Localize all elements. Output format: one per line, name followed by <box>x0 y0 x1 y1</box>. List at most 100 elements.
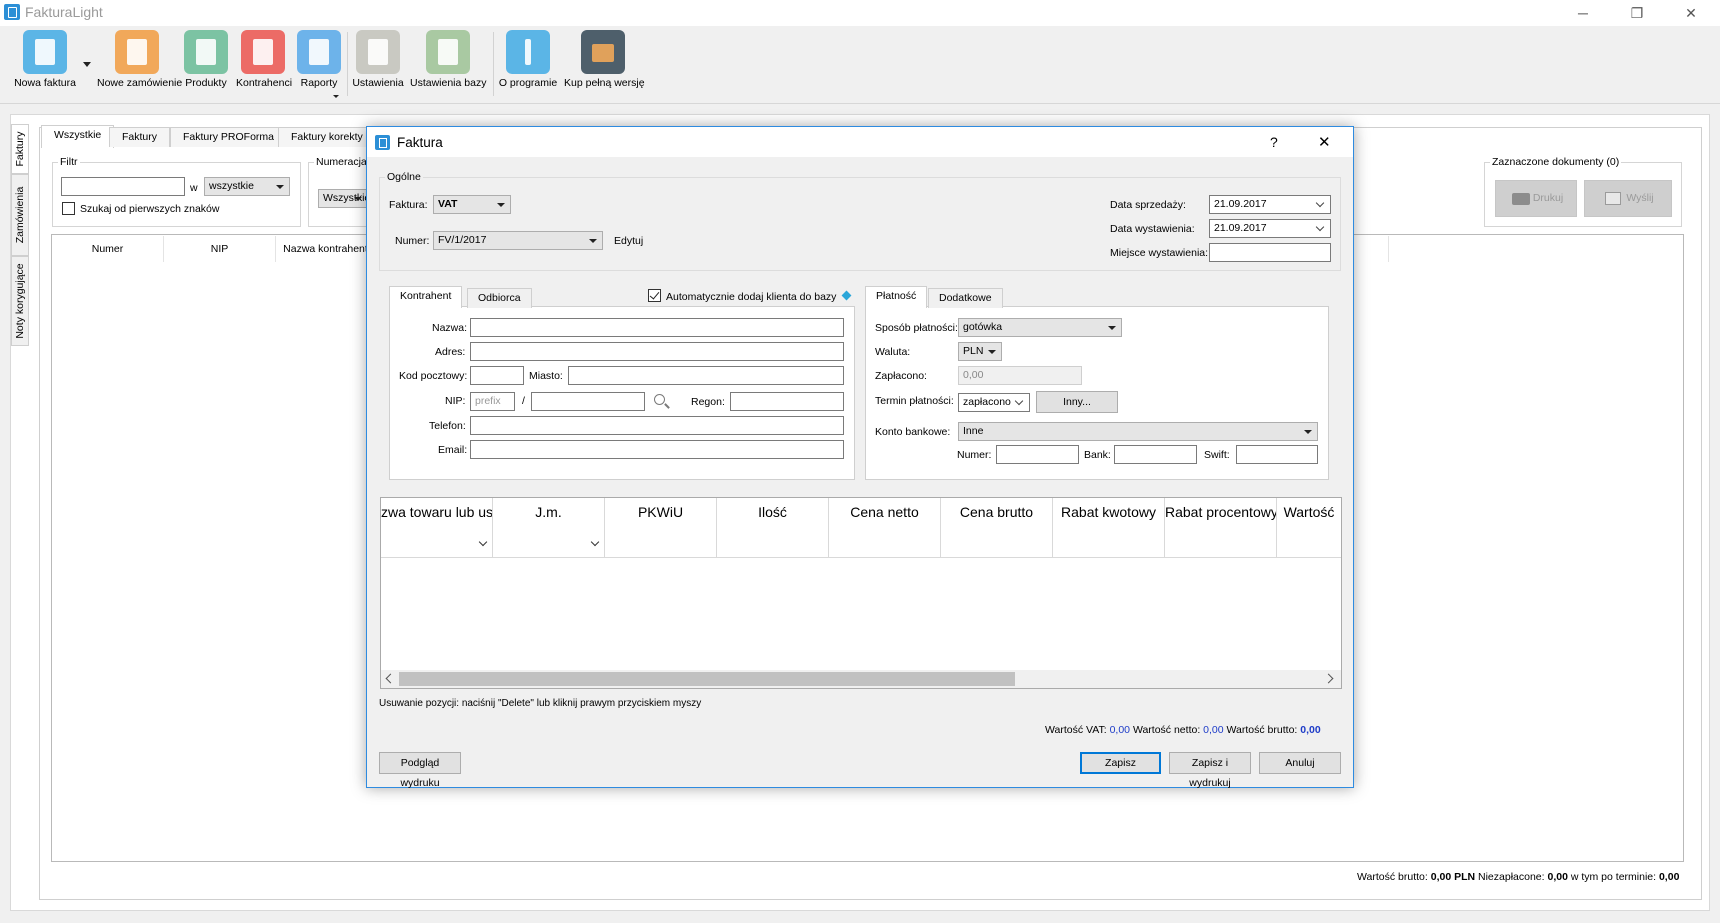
edit-number-link[interactable]: Edytuj <box>614 235 643 247</box>
tab-payment[interactable]: Płatność <box>865 286 928 308</box>
bank-input[interactable] <box>1114 445 1197 464</box>
currency-select[interactable]: PLN <box>958 342 1002 361</box>
auto-add-client-label: Automatycznie dodaj klienta do bazy <box>666 291 837 303</box>
postal-code-input[interactable] <box>470 366 524 385</box>
scroll-right-arrow-icon[interactable] <box>1323 673 1334 684</box>
sale-date-picker[interactable]: 21.09.2017 <box>1209 195 1331 214</box>
new-order-button[interactable]: Nowe zamówienie <box>97 30 182 89</box>
delete-hint: Usuwanie pozycji: naciśnij "Delete" lub … <box>379 698 702 709</box>
prefix-search-checkbox[interactable] <box>62 202 75 215</box>
reports-icon <box>297 30 341 74</box>
tab-contractor[interactable]: Kontrahent <box>389 286 463 308</box>
regon-label: Regon: <box>691 396 725 408</box>
grid-header-pkwiu[interactable]: PKWiU <box>605 498 717 558</box>
settings-icon <box>356 30 400 74</box>
print-preview-button[interactable]: Podgląd wydruku <box>379 752 461 789</box>
grid-header-quantity[interactable]: Ilość <box>717 498 829 558</box>
minimize-button[interactable]: ─ <box>1560 0 1606 26</box>
grid-header-percent-discount[interactable]: Rabat procentowy <box>1165 498 1277 558</box>
account-number-input[interactable] <box>996 445 1079 464</box>
column-header-nip[interactable]: NIP <box>164 236 276 262</box>
reports-button[interactable]: Raporty <box>296 30 342 89</box>
account-number-label: Numer: <box>957 449 992 461</box>
swift-input[interactable] <box>1236 445 1318 464</box>
cancel-button[interactable]: Anuluj <box>1259 752 1341 774</box>
maximize-button[interactable]: ❐ <box>1614 0 1660 26</box>
dialog-totals: Wartość VAT: 0,00 Wartość netto: 0,00 Wa… <box>1045 724 1321 736</box>
contacts-icon <box>241 30 285 74</box>
tab-corrections[interactable]: Faktury korekty <box>278 127 376 147</box>
place-input[interactable] <box>1209 243 1331 262</box>
save-and-print-button[interactable]: Zapisz i wydrukuj <box>1169 752 1251 789</box>
send-button[interactable]: Wyślij <box>1584 180 1672 217</box>
grid-header-amount-discount[interactable]: Rabat kwotowy <box>1053 498 1165 558</box>
city-input[interactable] <box>568 366 844 385</box>
bank-account-select[interactable]: Inne <box>958 422 1318 441</box>
contacts-button[interactable]: Kontrahenci <box>236 30 292 89</box>
new-invoice-icon <box>23 30 67 74</box>
chevron-down-icon[interactable] <box>590 537 600 547</box>
payment-method-select[interactable]: gotówka <box>958 318 1122 337</box>
scroll-left-arrow-icon[interactable] <box>385 673 396 684</box>
buy-full-version-button[interactable]: Kup pełną wersję <box>564 30 645 89</box>
database-settings-button[interactable]: Ustawienia bazy <box>410 30 486 89</box>
info-icon <box>506 30 550 74</box>
grid-header-value[interactable]: Wartość <box>1277 498 1341 558</box>
filter-input[interactable] <box>61 177 185 196</box>
tab-all[interactable]: Wszystkie <box>41 125 115 148</box>
save-button[interactable]: Zapisz <box>1080 752 1161 774</box>
grid-header-item-name[interactable]: zwa towaru lub us <box>381 498 493 558</box>
side-tab-invoices[interactable]: Faktury <box>11 124 29 174</box>
paid-input[interactable]: 0,00 <box>958 366 1082 385</box>
nip-input[interactable] <box>531 392 645 411</box>
auto-add-client-checkbox[interactable] <box>648 289 661 302</box>
tab-invoices[interactable]: Faktury <box>109 127 171 147</box>
numbering-select[interactable]: Wszystkie <box>318 189 368 208</box>
print-button[interactable]: Drukuj <box>1495 180 1577 217</box>
dialog-close-button[interactable]: ✕ <box>1318 133 1331 151</box>
items-grid[interactable]: zwa towaru lub us J.m. PKWiU Ilość Cena … <box>380 497 1342 689</box>
paid-label: Zapłacono: <box>875 370 927 382</box>
grid-header-net-price[interactable]: Cena netto <box>829 498 941 558</box>
printer-icon <box>1512 193 1530 205</box>
column-header-number[interactable]: Numer <box>52 236 164 262</box>
tab-additional[interactable]: Dodatkowe <box>928 288 1003 308</box>
grid-header-unit[interactable]: J.m. <box>493 498 605 558</box>
about-button[interactable]: O programie <box>498 30 558 89</box>
filter-scope-select[interactable]: wszystkie <box>204 177 290 196</box>
new-invoice-button[interactable]: Nowa faktura <box>14 30 76 89</box>
contractor-address-input[interactable] <box>470 342 844 361</box>
side-tab-correction-notes[interactable]: Noty korygujące <box>11 256 29 346</box>
chevron-down-icon[interactable] <box>478 537 488 547</box>
invoice-type-select[interactable]: VAT <box>433 195 511 214</box>
grid-header-gross-price[interactable]: Cena brutto <box>941 498 1053 558</box>
tab-proforma[interactable]: Faktury PROForma <box>170 127 288 147</box>
column-header-contractor[interactable]: Nazwa kontrahent <box>276 236 376 262</box>
contractor-name-input[interactable] <box>470 318 844 337</box>
email-label: Email: <box>438 444 468 456</box>
payment-term-select[interactable]: zapłacono <box>958 393 1030 412</box>
new-order-icon <box>115 30 159 74</box>
diamond-info-icon[interactable] <box>841 290 852 301</box>
side-tab-orders[interactable]: Zamówienia <box>11 174 29 256</box>
app-logo-icon <box>4 4 20 20</box>
nip-prefix-input[interactable]: prefix <box>470 392 515 411</box>
address-label: Adres: <box>435 346 466 358</box>
help-button[interactable]: ? <box>1270 134 1278 150</box>
close-button[interactable]: ✕ <box>1668 0 1714 26</box>
other-term-button[interactable]: Inny... <box>1036 391 1118 413</box>
number-select[interactable]: FV/1/2017 <box>433 231 603 250</box>
regon-input[interactable] <box>730 392 844 411</box>
scrollbar-thumb[interactable] <box>399 672 1015 686</box>
products-button[interactable]: Produkty <box>183 30 229 89</box>
tab-recipient[interactable]: Odbiorca <box>467 288 532 308</box>
issue-date-picker[interactable]: 21.09.2017 <box>1209 219 1331 238</box>
new-invoice-dropdown-icon[interactable] <box>83 62 91 67</box>
place-label: Miejsce wystawienia: <box>1110 247 1209 259</box>
reports-dropdown-icon[interactable] <box>333 95 339 98</box>
search-icon[interactable] <box>654 394 665 405</box>
settings-button[interactable]: Ustawienia <box>352 30 404 89</box>
phone-input[interactable] <box>470 416 844 435</box>
email-input[interactable] <box>470 440 844 459</box>
horizontal-scrollbar[interactable] <box>381 670 1341 688</box>
